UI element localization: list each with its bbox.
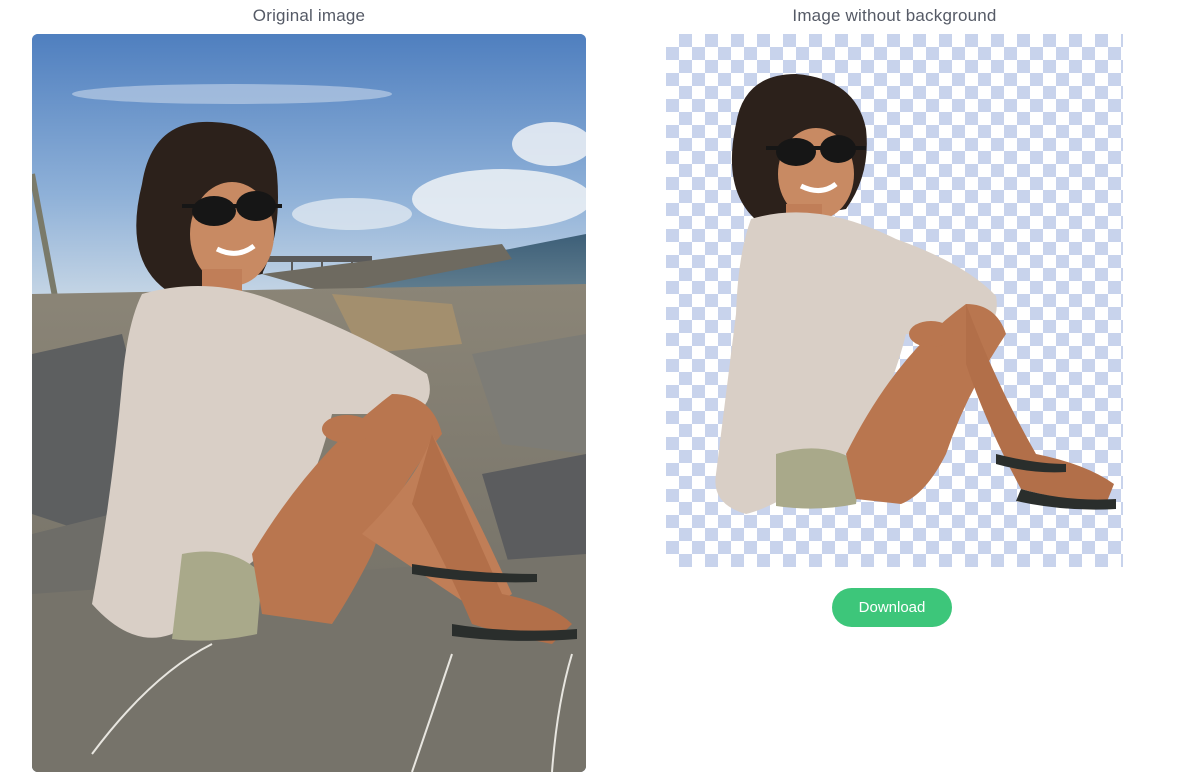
person-figure-cutout <box>715 74 1116 515</box>
result-image <box>666 34 1123 567</box>
download-button[interactable]: Download <box>832 588 952 627</box>
cutout-person-illustration <box>715 74 1116 515</box>
original-image <box>32 34 586 772</box>
original-photo-illustration <box>32 34 586 772</box>
result-image-caption: Image without background <box>792 6 997 25</box>
original-image-caption: Original image <box>252 6 366 25</box>
bg-removal-page: Original image Image without background <box>0 0 1200 783</box>
